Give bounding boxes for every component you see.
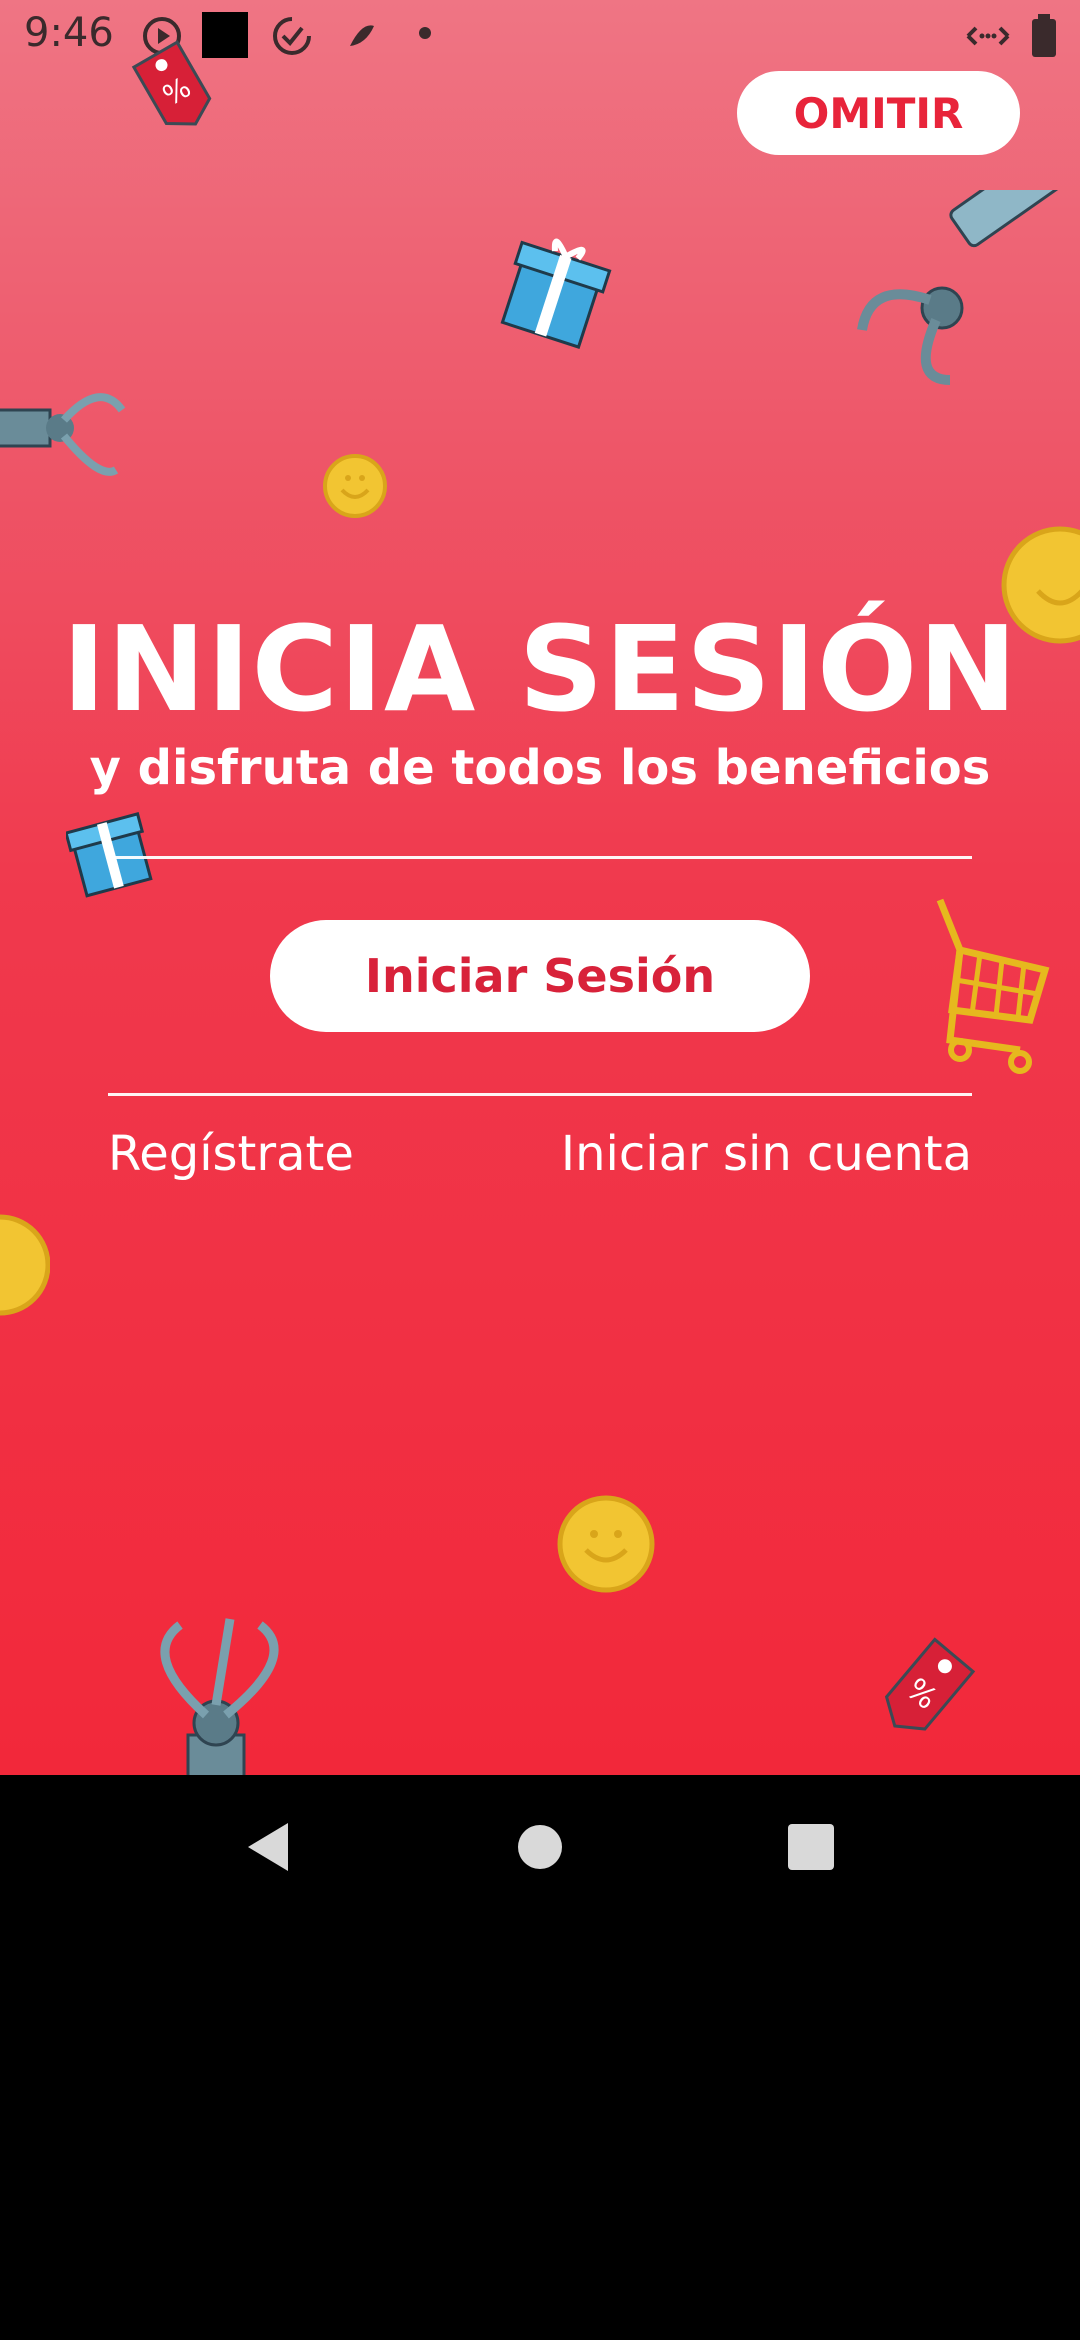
login-screen: 9:46 % % OMITIR INICIA SESIÓN y disfruta… — [0, 0, 1080, 1775]
smiley-coin-left-icon — [0, 1214, 50, 1316]
back-triangle-icon[interactable] — [240, 1813, 300, 1883]
shopping-cart-icon — [936, 898, 1050, 1074]
smiley-coin-icon — [323, 454, 387, 518]
bottom-divider — [108, 1093, 972, 1096]
smiley-coin-bottom-icon — [557, 1495, 655, 1593]
gift-box-icon — [500, 238, 612, 349]
continue-without-account-link[interactable]: Iniciar sin cuenta — [561, 1126, 972, 1182]
leaf-icon — [350, 25, 374, 46]
top-divider — [108, 856, 972, 859]
check-circle-icon — [273, 17, 311, 55]
recents-square-icon[interactable] — [786, 1813, 836, 1883]
claw-grabber-left-icon — [0, 393, 126, 476]
small-gift-box-icon — [66, 812, 153, 898]
data-transfer-icon — [966, 26, 1010, 46]
hero-title: INICIA SESIÓN — [61, 600, 1019, 738]
battery-icon — [1032, 14, 1056, 57]
skip-button[interactable]: OMITIR — [737, 71, 1020, 155]
claw-grabber-bottom-icon — [160, 1618, 279, 1775]
discount-tag-bottom-icon: % — [884, 1637, 976, 1731]
login-button[interactable]: Iniciar Sesión — [270, 920, 810, 1032]
notification-dot-icon — [419, 27, 431, 39]
claw-machine-grabber-icon — [857, 190, 1080, 385]
status-time: 9:46 — [24, 10, 114, 56]
discount-tag-icon: % — [131, 40, 212, 126]
register-link[interactable]: Regístrate — [108, 1126, 354, 1182]
hero-subtitle: y disfruta de todos los beneficios — [89, 740, 991, 796]
home-circle-icon[interactable] — [516, 1813, 564, 1883]
system-navigation-bar — [0, 1775, 1080, 1921]
